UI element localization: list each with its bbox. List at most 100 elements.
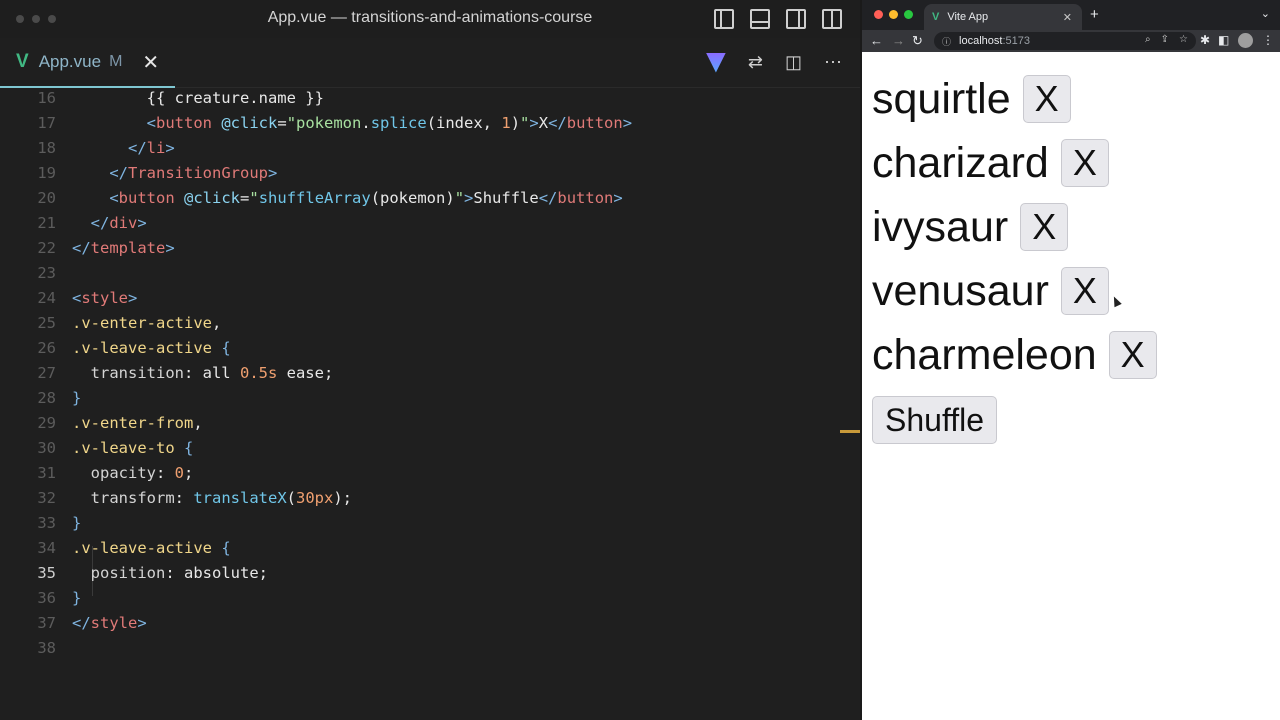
remove-item-button[interactable]: X xyxy=(1020,203,1069,251)
code-text: } xyxy=(72,586,81,611)
tab-search-chevron-icon[interactable]: ⌄ xyxy=(1261,7,1270,20)
code-token: > xyxy=(613,189,623,207)
code-text: {{ creature.name }} xyxy=(72,88,324,111)
shuffle-button[interactable]: Shuffle xyxy=(872,396,998,444)
code-token: { xyxy=(221,339,231,357)
address-bar-actions: ⌕ ⇪ ☆ xyxy=(1145,34,1188,45)
code-token: > xyxy=(137,614,147,632)
code-text: transform: translateX(30px); xyxy=(72,486,352,511)
code-token: < xyxy=(72,289,82,307)
new-tab-icon[interactable]: + xyxy=(1090,6,1099,23)
code-token: </ xyxy=(90,214,110,232)
browser-tabstrip: V Vite App ✕ + ⌄ xyxy=(862,0,1280,30)
reload-icon[interactable]: ↻ xyxy=(912,33,923,49)
code-token: shuffleArray xyxy=(258,189,371,207)
code-text: .v-leave-active { xyxy=(72,336,231,361)
code-token: 0 xyxy=(174,464,185,482)
code-token: < xyxy=(109,189,119,207)
code-text: .v-enter-active, xyxy=(72,311,221,336)
code-token: .v-leave-to xyxy=(72,439,175,457)
code-token: </ xyxy=(72,614,91,632)
code-token: opacity xyxy=(72,464,156,482)
code-token: template xyxy=(90,239,166,257)
remove-item-button[interactable]: X xyxy=(1108,331,1157,379)
code-token: = xyxy=(240,189,250,207)
code-token: 1 xyxy=(501,114,511,132)
code-token: > xyxy=(137,214,147,232)
address-bar[interactable]: ⓘ localhost :5173 ⌕ ⇪ ☆ xyxy=(934,32,1196,50)
share-icon[interactable]: ⇪ xyxy=(1161,34,1169,45)
editor-actions: ⇄ ◫ ⋯ xyxy=(705,52,842,73)
extensions-icon[interactable]: ✱ xyxy=(1200,33,1210,47)
code-token: } xyxy=(72,389,82,407)
code-token: </ xyxy=(548,114,567,132)
code-token: (pokemon) xyxy=(370,189,455,207)
line-number: 35 xyxy=(37,564,56,582)
line-number: 24 xyxy=(37,289,56,307)
code-text: </li> xyxy=(72,136,175,161)
more-actions-icon[interactable]: ⋯ xyxy=(824,52,842,73)
line-number: 26 xyxy=(37,339,56,357)
split-editor-icon[interactable]: ◫ xyxy=(785,52,802,73)
layout-controls xyxy=(714,9,842,29)
code-token: : xyxy=(156,464,175,482)
code-token: button xyxy=(566,114,623,132)
back-icon[interactable]: ← xyxy=(870,33,883,48)
line-number: 20 xyxy=(37,189,56,207)
customize-layout-icon[interactable] xyxy=(822,9,842,29)
code-token: { xyxy=(221,539,231,557)
line-number: 19 xyxy=(37,164,56,182)
remove-item-button[interactable]: X xyxy=(1060,139,1109,187)
browser-tab-vite-app[interactable]: V Vite App ✕ xyxy=(924,4,1082,30)
forward-icon[interactable]: → xyxy=(892,33,905,48)
scrollbar-marker[interactable] xyxy=(840,430,860,433)
site-info-icon[interactable]: ⓘ xyxy=(942,35,951,48)
code-token: .v-leave-active xyxy=(72,339,212,357)
profile-avatar[interactable] xyxy=(1238,33,1253,48)
tab-close-icon[interactable]: ✕ xyxy=(142,50,159,75)
browser-tab-close-icon[interactable]: ✕ xyxy=(1063,11,1072,24)
source-control-compare-icon[interactable]: ⇄ xyxy=(748,52,763,73)
vue-favicon-icon: V xyxy=(932,11,940,23)
remove-item-button[interactable]: X xyxy=(1022,75,1071,123)
browser-menu-icon[interactable]: ⋮ xyxy=(1262,33,1274,47)
toggle-panel-icon[interactable] xyxy=(750,9,770,29)
code-token: {{ creature.name }} xyxy=(72,89,324,107)
code-text: </div> xyxy=(72,211,147,236)
code-token: ease; xyxy=(277,364,334,382)
code-text: </TransitionGroup> xyxy=(72,161,277,186)
remove-item-button[interactable]: X xyxy=(1060,267,1109,315)
code-area[interactable]: 16 {{ creature.name }} 17 <button @click=… xyxy=(0,88,860,720)
code-token: " xyxy=(249,189,259,207)
list-item: venusaur X xyxy=(872,266,1109,316)
toggle-secondary-sidebar-icon[interactable] xyxy=(786,9,806,29)
browser-tab-title: Vite App xyxy=(947,11,989,23)
code-token: (index, xyxy=(426,114,502,132)
code-token: transform xyxy=(72,489,175,507)
toggle-primary-sidebar-icon[interactable] xyxy=(714,9,734,29)
line-number: 18 xyxy=(37,139,56,157)
code-text: transition: all 0.5s ease; xyxy=(72,361,334,386)
browser-window-controls[interactable] xyxy=(874,10,913,19)
side-panel-icon[interactable]: ◧ xyxy=(1218,33,1229,47)
code-token: </ xyxy=(72,239,91,257)
code-token: style xyxy=(81,289,129,307)
zoom-icon[interactable]: ⌕ xyxy=(1145,34,1151,45)
code-token: > xyxy=(165,239,175,257)
line-number: 22 xyxy=(37,239,56,257)
tab-app-vue[interactable]: V App.vue M ✕ xyxy=(0,38,175,88)
editor-tabbar: V App.vue M ✕ ⇄ ◫ ⋯ xyxy=(0,38,860,88)
url-host: localhost xyxy=(959,35,1003,47)
bookmark-star-icon[interactable]: ☆ xyxy=(1179,34,1188,45)
app-page: Shuffle squirtle Xcharizard Xivysaur Xvenus… xyxy=(862,52,1280,720)
code-text: opacity: 0; xyxy=(72,461,194,486)
vite-icon[interactable] xyxy=(705,52,726,73)
code-text: .v-leave-to { xyxy=(72,436,193,461)
line-number: 21 xyxy=(37,214,56,232)
line-number: 27 xyxy=(37,364,56,382)
